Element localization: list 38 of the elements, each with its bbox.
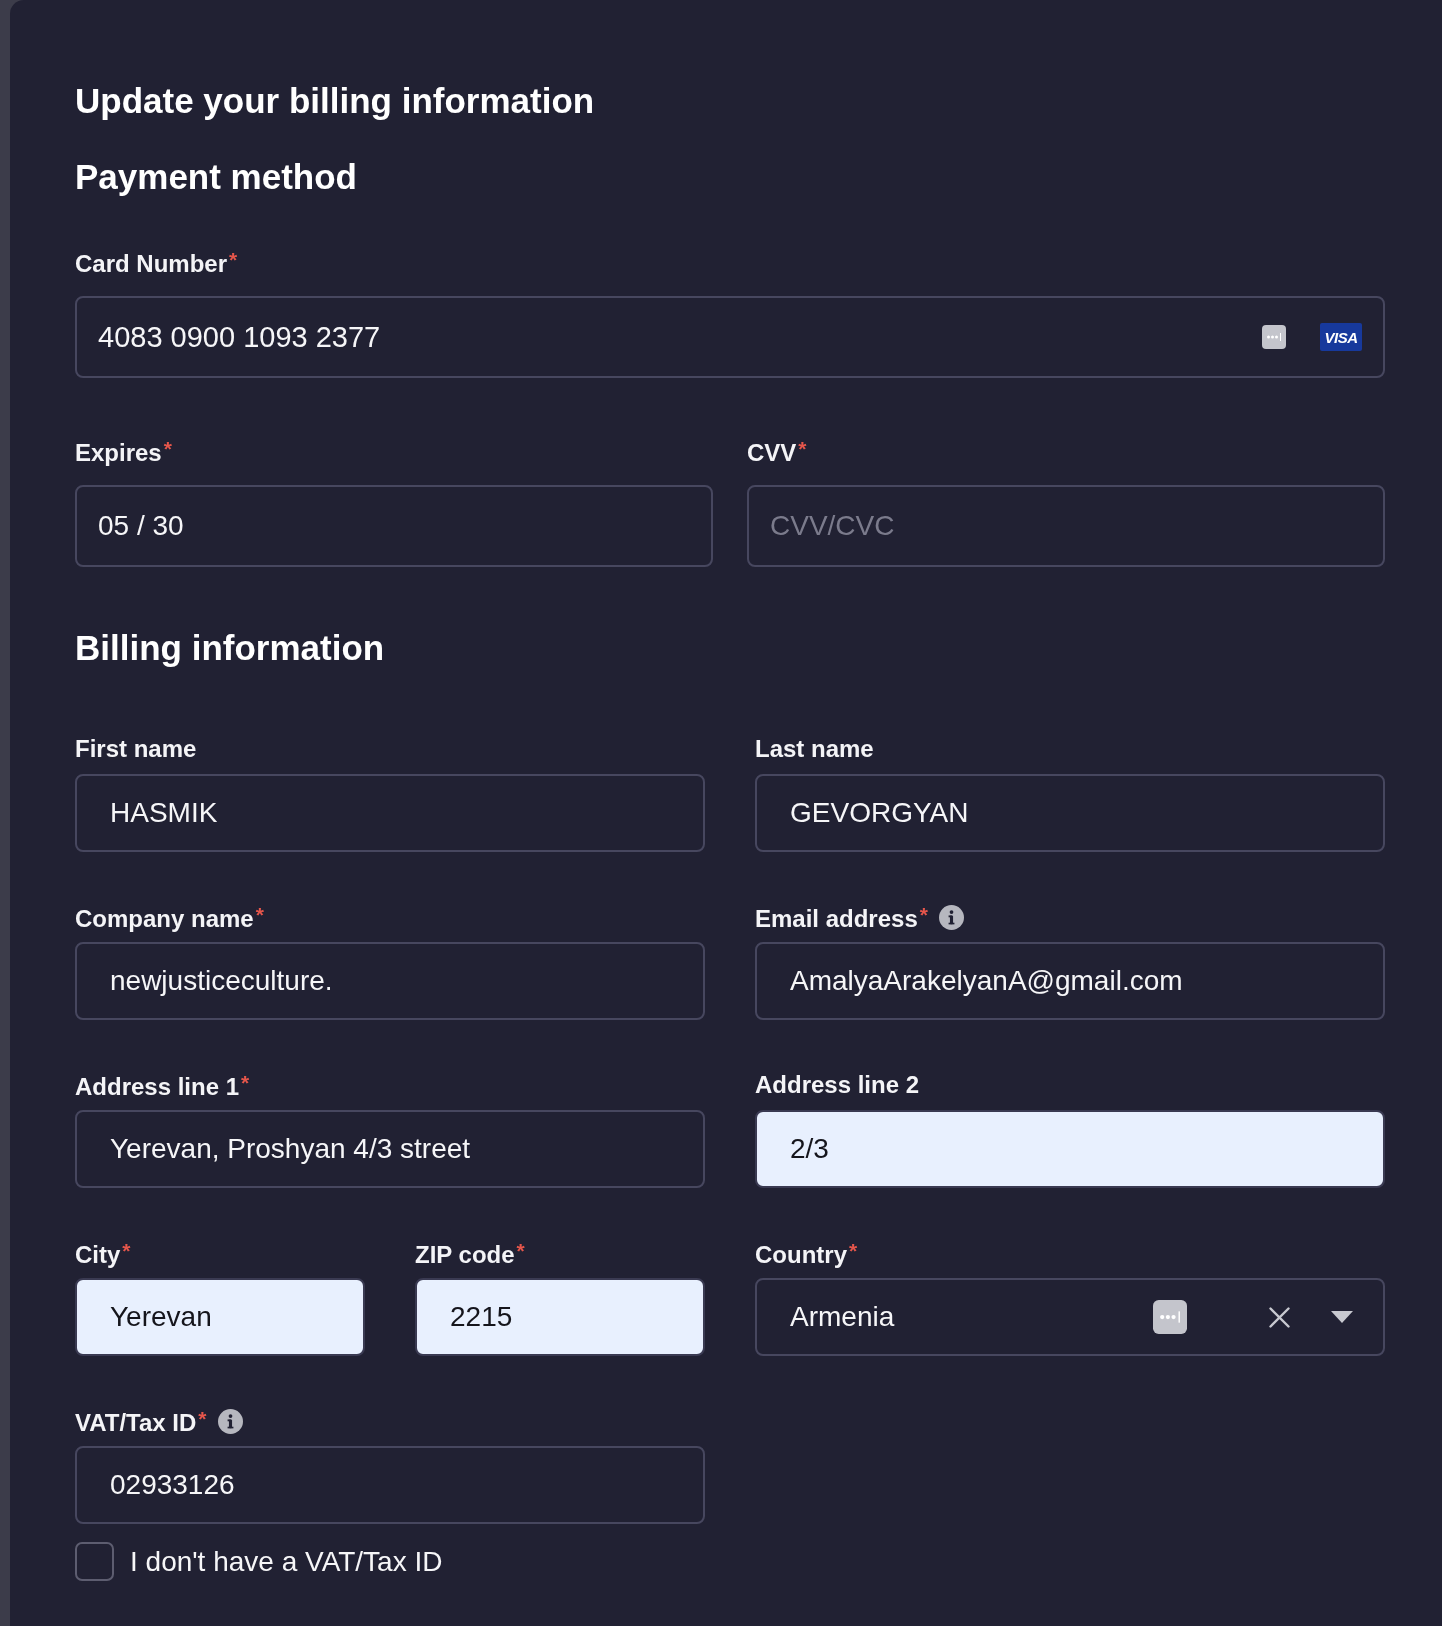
input-field[interactable]: Yerevan, Proshyan 4/3 street (75, 1110, 705, 1188)
info-icon[interactable] (938, 904, 964, 930)
input-field[interactable]: GEVORGYAN (755, 774, 1385, 852)
field-label: Address line 1$^{*}$ (75, 1069, 250, 1101)
field-label: Address line 2 (755, 1072, 920, 1098)
field-label: ZIP code$^{*}$ (415, 1237, 525, 1269)
input-field[interactable]: 05 / 30 (75, 485, 713, 567)
input-field[interactable]: 2/3 (755, 1110, 1385, 1188)
field-label: Last name (755, 736, 874, 762)
field-label: Email address$^{*}$ (755, 901, 928, 933)
section-heading: Payment method (75, 156, 358, 198)
field-label: Expires$^{*}$ (75, 435, 172, 467)
section-heading: Billing information (75, 627, 386, 669)
field-label: Card Number$^{*}$ (75, 246, 238, 278)
card-brand-logo: VISA (1320, 323, 1362, 351)
input-field[interactable]: AmalyaArakelyanA@gmail.com (755, 942, 1385, 1020)
page-title: Update your billing information (75, 80, 596, 122)
field-label: City$^{*}$ (75, 1237, 131, 1269)
info-icon[interactable] (217, 1408, 243, 1434)
field-label: Company name$^{*}$ (75, 901, 264, 933)
field-label: CVV$^{*}$ (747, 435, 807, 467)
input-field[interactable]: Yerevan (75, 1278, 365, 1356)
field-label: Country$^{*}$ (755, 1237, 858, 1269)
field-label: First name (75, 736, 197, 762)
clear-icon[interactable] (1269, 1306, 1290, 1328)
checkbox[interactable] (75, 1542, 114, 1581)
input-field[interactable]: newjusticeculture. (75, 942, 705, 1020)
dots-tile-icon[interactable] (1262, 325, 1286, 349)
field-label: VAT/Tax ID$^{*}$ (75, 1405, 207, 1437)
input-field[interactable]: CVV/CVC (747, 485, 1385, 567)
caret-down-icon[interactable] (1331, 1311, 1353, 1323)
dots-tile-icon[interactable] (1153, 1300, 1187, 1334)
checkbox-label[interactable]: I don't have a VAT/Tax ID (130, 1545, 443, 1578)
input-field[interactable]: 2215 (415, 1278, 705, 1356)
input-field[interactable]: 4083 0900 1093 2377 VISA (75, 296, 1385, 378)
select-field[interactable]: Armenia (755, 1278, 1385, 1356)
input-field[interactable]: 02933126 (75, 1446, 705, 1524)
input-field[interactable]: HASMIK (75, 774, 705, 852)
